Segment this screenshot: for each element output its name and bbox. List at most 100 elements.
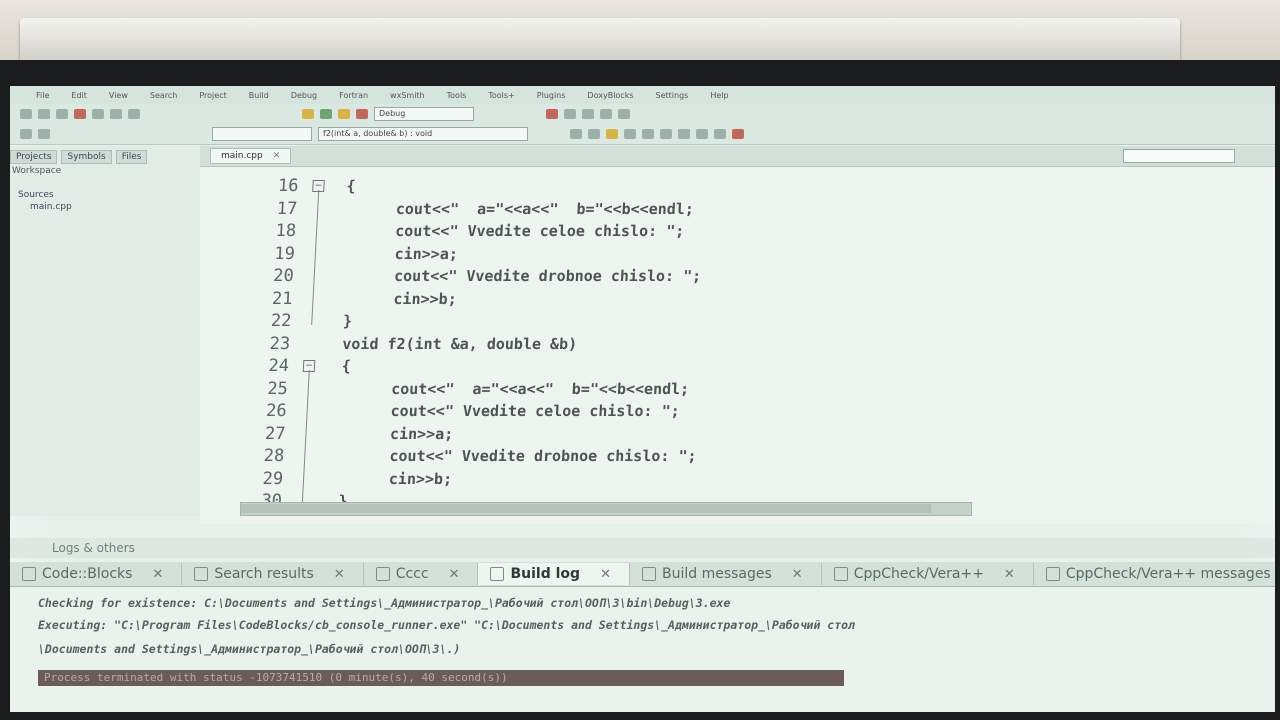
- code-text[interactable]: cin>>a;: [394, 245, 458, 263]
- menu-item-file[interactable]: File: [36, 91, 49, 100]
- log-tab-label: Cccc: [395, 566, 429, 582]
- horizontal-scrollbar[interactable]: [240, 502, 972, 516]
- search-input[interactable]: [1123, 149, 1235, 163]
- menu-item-search[interactable]: Search: [150, 91, 177, 100]
- code-line: 26 cout<<" Vvedite celoe chislo: ";: [204, 399, 680, 423]
- log-line: \Documents and Settings\_Администратор_\…: [38, 642, 461, 656]
- code-line: 23 void f2(int &a, double &b): [208, 332, 577, 356]
- menu-item-doxyblocks[interactable]: DoxyBlocks: [587, 91, 633, 100]
- back-icon[interactable]: [20, 129, 32, 139]
- cut-icon[interactable]: [74, 109, 86, 119]
- management-panel: Projects Symbols Files Workspace Sources…: [10, 146, 201, 516]
- line-number: 19: [273, 243, 296, 264]
- close-icon[interactable]: ✕: [152, 567, 163, 582]
- tab-projects[interactable]: Projects: [10, 150, 58, 164]
- menu-item-help[interactable]: Help: [710, 91, 728, 100]
- tree-item-main-cpp[interactable]: main.cpp: [18, 202, 200, 212]
- code-area[interactable]: 16{−17 cout<<" a="<<a<<" b="<<b<<endl; 18 c…: [200, 170, 1275, 511]
- paste-icon[interactable]: [110, 109, 122, 119]
- close-icon[interactable]: ✕: [273, 151, 281, 161]
- tree-item-sources[interactable]: Sources: [18, 190, 200, 200]
- toggle-bookmark-icon[interactable]: [714, 129, 726, 139]
- close-icon[interactable]: ✕: [334, 567, 345, 582]
- code-text[interactable]: cin>>b;: [388, 470, 452, 488]
- run-icon[interactable]: [320, 109, 332, 119]
- line-number: 21: [271, 288, 294, 309]
- tab-code-blocks[interactable]: Code::Blocks ✕: [10, 563, 183, 585]
- highlight-icon[interactable]: [606, 129, 618, 139]
- code-text[interactable]: {: [346, 177, 356, 195]
- forward-icon[interactable]: [38, 129, 50, 139]
- close-icon[interactable]: ✕: [449, 567, 460, 582]
- copy-icon[interactable]: [92, 109, 104, 119]
- close-icon[interactable]: ✕: [600, 567, 611, 582]
- code-text[interactable]: cout<<" Vvedite celoe chislo: ";: [390, 402, 680, 420]
- comment-icon[interactable]: [678, 129, 690, 139]
- debug-icon[interactable]: [546, 109, 558, 119]
- tab-symbols[interactable]: Symbols: [61, 150, 112, 164]
- step-out-icon[interactable]: [600, 109, 612, 119]
- code-line: 24{−: [206, 354, 351, 378]
- tab-cppcheck-vera-[interactable]: CppCheck/Vera++ ✕: [822, 563, 1034, 585]
- build-icon[interactable]: [302, 109, 314, 119]
- code-text[interactable]: cout<<" Vvedite celoe chislo: ";: [395, 222, 685, 240]
- menu-item-tools-[interactable]: Tools+: [488, 91, 514, 100]
- menu-item-debug[interactable]: Debug: [291, 91, 317, 100]
- code-text[interactable]: {: [341, 357, 351, 375]
- code-text[interactable]: cin>>a;: [390, 425, 454, 443]
- close-icon[interactable]: ✕: [792, 567, 803, 582]
- step-into-icon[interactable]: [582, 109, 594, 119]
- tab-cppcheck-vera-messages[interactable]: CppCheck/Vera++ messages: [1034, 563, 1275, 585]
- code-text[interactable]: cout<<" Vvedite drobnoe chislo: ";: [389, 447, 697, 465]
- close-icon[interactable]: ✕: [1004, 567, 1015, 582]
- match-case-icon[interactable]: [624, 129, 636, 139]
- find-icon[interactable]: [128, 109, 140, 119]
- code-text[interactable]: cin>>b;: [393, 290, 457, 308]
- step-icon[interactable]: [564, 109, 576, 119]
- code-line: 28 cout<<" Vvedite drobnoe chislo: ";: [202, 444, 697, 468]
- code-text[interactable]: cout<<" Vvedite drobnoe chislo: ";: [394, 267, 702, 285]
- stop-icon[interactable]: [356, 109, 368, 119]
- open-file-icon[interactable]: [38, 109, 50, 119]
- codeblocks-ide-window: File Edit View Search Project Build Debug Fortr…: [10, 86, 1275, 712]
- menu-item-edit[interactable]: Edit: [71, 91, 87, 100]
- menu-item-plugins[interactable]: Plugins: [537, 91, 566, 100]
- tab-build-log[interactable]: Build log ✕: [478, 563, 630, 585]
- code-text[interactable]: void f2(int &a, double &b): [342, 335, 578, 353]
- tab-build-messages[interactable]: Build messages ✕: [630, 563, 822, 585]
- new-file-icon[interactable]: [20, 109, 32, 119]
- menu-item-tools[interactable]: Tools: [447, 91, 467, 100]
- menu-item-build[interactable]: Build: [249, 91, 269, 100]
- log-tab-label: Build messages: [661, 566, 772, 582]
- menu-item-project[interactable]: Project: [199, 91, 226, 100]
- build-target-select[interactable]: Debug: [374, 107, 474, 121]
- debug-windows-icon[interactable]: [618, 109, 630, 119]
- doxy-icon[interactable]: [660, 129, 672, 139]
- scrollbar-thumb[interactable]: [241, 504, 931, 513]
- build-and-run-icon[interactable]: [338, 109, 350, 119]
- tab-cccc[interactable]: Cccc ✕: [364, 563, 479, 585]
- menu-item-settings[interactable]: Settings: [656, 91, 689, 100]
- log-tab-label: CppCheck/Vera++: [853, 566, 984, 582]
- tab-main-cpp[interactable]: main.cpp ✕: [210, 148, 292, 164]
- save-icon[interactable]: [56, 109, 68, 119]
- uncomment-icon[interactable]: [696, 129, 708, 139]
- function-select[interactable]: f2(int& a, double& b) : void: [318, 127, 528, 141]
- regex-icon[interactable]: [642, 129, 654, 139]
- bookmark-icon[interactable]: [732, 129, 744, 139]
- tab-search-results[interactable]: Search results ✕: [182, 563, 364, 585]
- log-tab-icon: [22, 567, 36, 581]
- tab-files[interactable]: Files: [115, 150, 148, 164]
- jump-forward-icon[interactable]: [588, 129, 600, 139]
- code-text[interactable]: }: [343, 312, 353, 330]
- menu-item-fortran[interactable]: Fortran: [339, 91, 368, 100]
- menu-item-wxsmith[interactable]: wxSmith: [390, 91, 425, 100]
- code-line: 21 cin>>b;: [210, 287, 458, 311]
- log-tab-icon: [833, 567, 848, 581]
- log-tab-label: CppCheck/Vera++ messages: [1065, 566, 1271, 582]
- code-text[interactable]: cout<<" a="<<a<<" b="<<b<<endl;: [391, 380, 690, 398]
- jump-back-icon[interactable]: [570, 129, 582, 139]
- code-text[interactable]: cout<<" a="<<a<<" b="<<b<<endl;: [395, 200, 694, 218]
- scope-select[interactable]: [212, 127, 312, 141]
- menu-item-view[interactable]: View: [109, 91, 128, 100]
